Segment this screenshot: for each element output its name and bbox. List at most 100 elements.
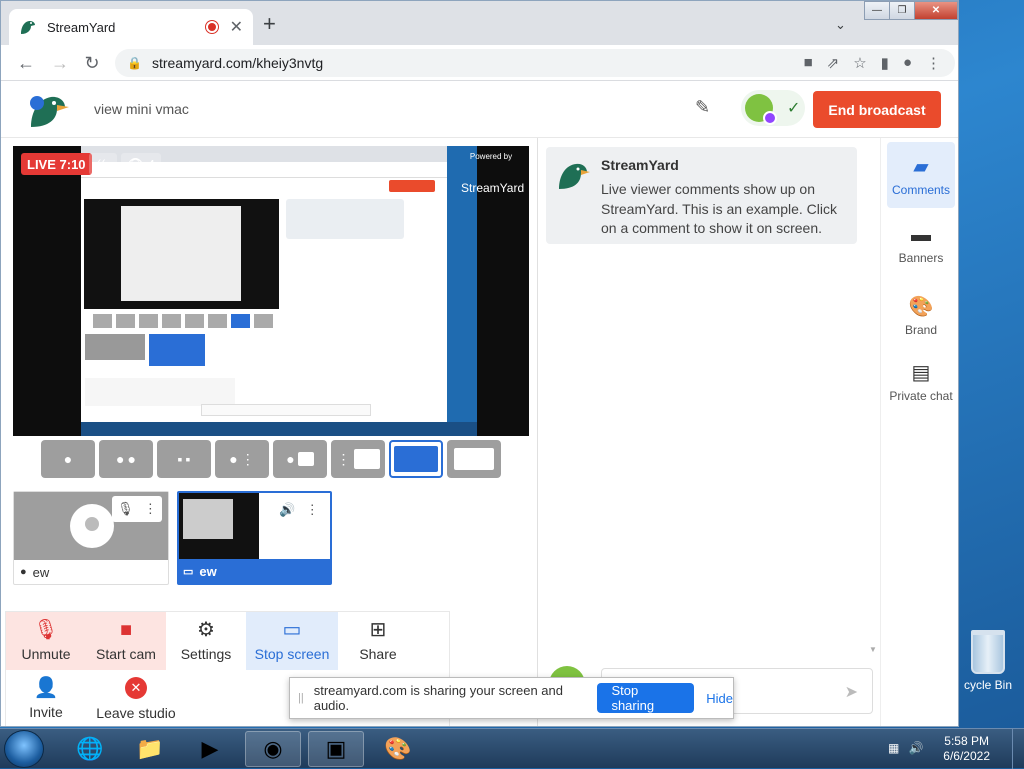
stop-sharing-button[interactable]: Stop sharing [597,683,695,713]
destination-status[interactable]: ✓ [741,90,805,126]
live-timer-badge: LIVE 7:10 [21,153,92,175]
profile-icon[interactable]: ● [903,54,912,72]
network-icon[interactable]: ▦ [888,741,899,755]
sidebar-item-banners[interactable]: ▬ Banners [887,212,955,278]
viewer-count-value: 4 [147,156,155,172]
camera-icon[interactable]: ■ [804,54,813,72]
participant-tile[interactable]: 🎙 ⋮ ● ew [13,491,169,585]
chat-icon: ▤ [911,362,931,384]
media-player-icon[interactable]: ▶ [182,731,238,767]
layout-group-button[interactable]: ● ● [99,440,153,478]
monitor-icon: ▭ [282,619,302,641]
preview-taskbar [81,422,477,436]
tile-actions: 🔊 ⋮ [274,497,324,523]
mic-off-icon: 🎙 [33,619,59,641]
hide-button[interactable]: Hide [706,691,733,706]
minimize-button[interactable]: — [864,1,890,20]
person-icon: ▪ [177,451,183,467]
reload-icon[interactable]: ↻ [81,53,103,73]
powered-by-watermark: Powered by StreamYard [461,152,524,195]
maximize-button[interactable]: ❐ [889,1,915,20]
more-options-icon[interactable]: ⋮ [144,501,157,517]
settings-button[interactable]: ⚙ Settings [166,612,246,670]
shared-screen-preview [81,146,477,436]
person-icon: ● [127,451,136,467]
new-tab-button[interactable]: + [263,13,276,35]
file-explorer-icon[interactable]: 📁 [122,731,178,767]
internet-explorer-icon[interactable]: 🌐 [62,731,118,767]
recycle-bin-icon [971,630,1005,674]
person-icon: ● [20,566,27,578]
person-icon: ● [286,451,295,467]
scroll-down-icon[interactable]: ▼ [869,645,877,654]
preview-end-button [389,180,435,192]
chrome-icon[interactable]: ◉ [245,731,301,767]
clock[interactable]: 5:58 PM 6/6/2022 [943,734,990,764]
forward-icon[interactable]: → [49,53,71,73]
sidebar-item-private-chat[interactable]: ▤ Private chat [887,348,955,428]
tile-actions: 🎙 ⋮ [112,496,162,522]
palette-icon: 🎨 [908,296,934,318]
layout-solo-button[interactable]: ● [41,440,95,478]
sidebar-item-label: Private chat [889,389,953,403]
send-icon[interactable]: ➤ [845,682,858,702]
commenter-name: StreamYard [601,157,679,173]
tab-streamyard[interactable]: StreamYard ✕ [9,9,253,45]
recording-icon [205,21,218,33]
eye-icon: 👁 [127,156,144,171]
tab-close-icon[interactable]: ✕ [230,17,243,37]
layout-fullscreen-button[interactable] [389,440,443,478]
vmac-icon[interactable]: ▣ [308,731,364,767]
monitor-icon: ▭ [183,565,194,578]
broadcast-title[interactable]: view mini vmac [94,101,189,117]
layout-thin-button[interactable]: ▪ ▪ [157,440,211,478]
close-circle-icon: ✕ [125,677,147,699]
share-page-icon[interactable]: ⇗ [827,54,840,72]
start-cam-button[interactable]: ■ Start cam [86,612,166,670]
invite-button[interactable]: 👤 Invite [6,670,86,726]
pencil-icon[interactable]: ✎ [695,97,710,118]
camera-off-icon: ■ [119,619,133,641]
back-icon[interactable]: ← [15,53,37,73]
end-broadcast-button[interactable]: End broadcast [813,91,941,128]
speaker-icon[interactable]: 🔊 [279,502,295,518]
preview-layout-strip [93,314,273,328]
commenter-avatar [559,163,590,189]
system-tray: ▦ 🔊 [888,741,924,755]
bookmark-star-icon[interactable]: ☆ [853,54,866,72]
screen-share-tile[interactable]: 🔊 ⋮ ▭ ew [177,491,332,585]
viewer-count: 👁 4 [121,153,161,175]
comment-icon: ▰ [913,156,929,178]
sidebar-item-label: Comments [891,183,950,197]
close-window-button[interactable]: ✕ [914,1,958,20]
person-icon: ● [63,451,73,467]
side-panel-icon[interactable]: ▮ [881,54,889,72]
layout-screen-person-button[interactable]: ● [273,440,327,478]
share-button[interactable]: ⊞ Share [338,612,418,670]
sidebar-item-comments[interactable]: ▰ Comments [887,142,955,208]
more-options-icon[interactable]: ⋮ [306,502,319,518]
gear-icon: ⚙ [197,619,215,641]
paint-icon[interactable]: 🎨 [370,731,426,767]
person-icon: ⋮ [336,450,351,467]
volume-icon[interactable]: 🔊 [909,741,924,755]
start-button[interactable] [4,730,44,768]
mic-off-icon[interactable]: 🎙 [117,501,134,517]
layout-leader-button[interactable]: ● ⋮ [215,440,269,478]
browser-window: StreamYard ✕ + ⌄ — ❐ ✕ ← → ↻ 🔒 streamyar… [0,0,959,727]
stop-screen-button[interactable]: ▭ Stop screen [246,612,338,670]
drag-handle-icon[interactable]: || [298,692,304,704]
menu-dots-icon[interactable]: ⋮ [926,54,941,72]
sidebar-item-brand[interactable]: 🎨 Brand [887,282,955,348]
omnibox[interactable]: 🔒 streamyard.com/kheiy3nvtg ■ ⇗ ☆ ▮ ● ⋮ [115,49,955,77]
show-desktop-button[interactable] [1012,729,1024,769]
layout-screen-small-button[interactable]: ⋮ [331,440,385,478]
recycle-bin[interactable]: cycle Bin [952,630,1024,692]
sidebar-item-label: Brand [904,323,938,337]
leave-studio-button[interactable]: ✕ Leave studio [86,670,186,726]
destination-avatar [745,94,777,125]
unmute-button[interactable]: 🎙 Unmute [6,612,86,670]
comment-card[interactable]: StreamYard Live viewer comments show up … [546,147,857,244]
layout-blank-button[interactable] [447,440,501,478]
tab-search-icon[interactable]: ⌄ [835,17,846,33]
